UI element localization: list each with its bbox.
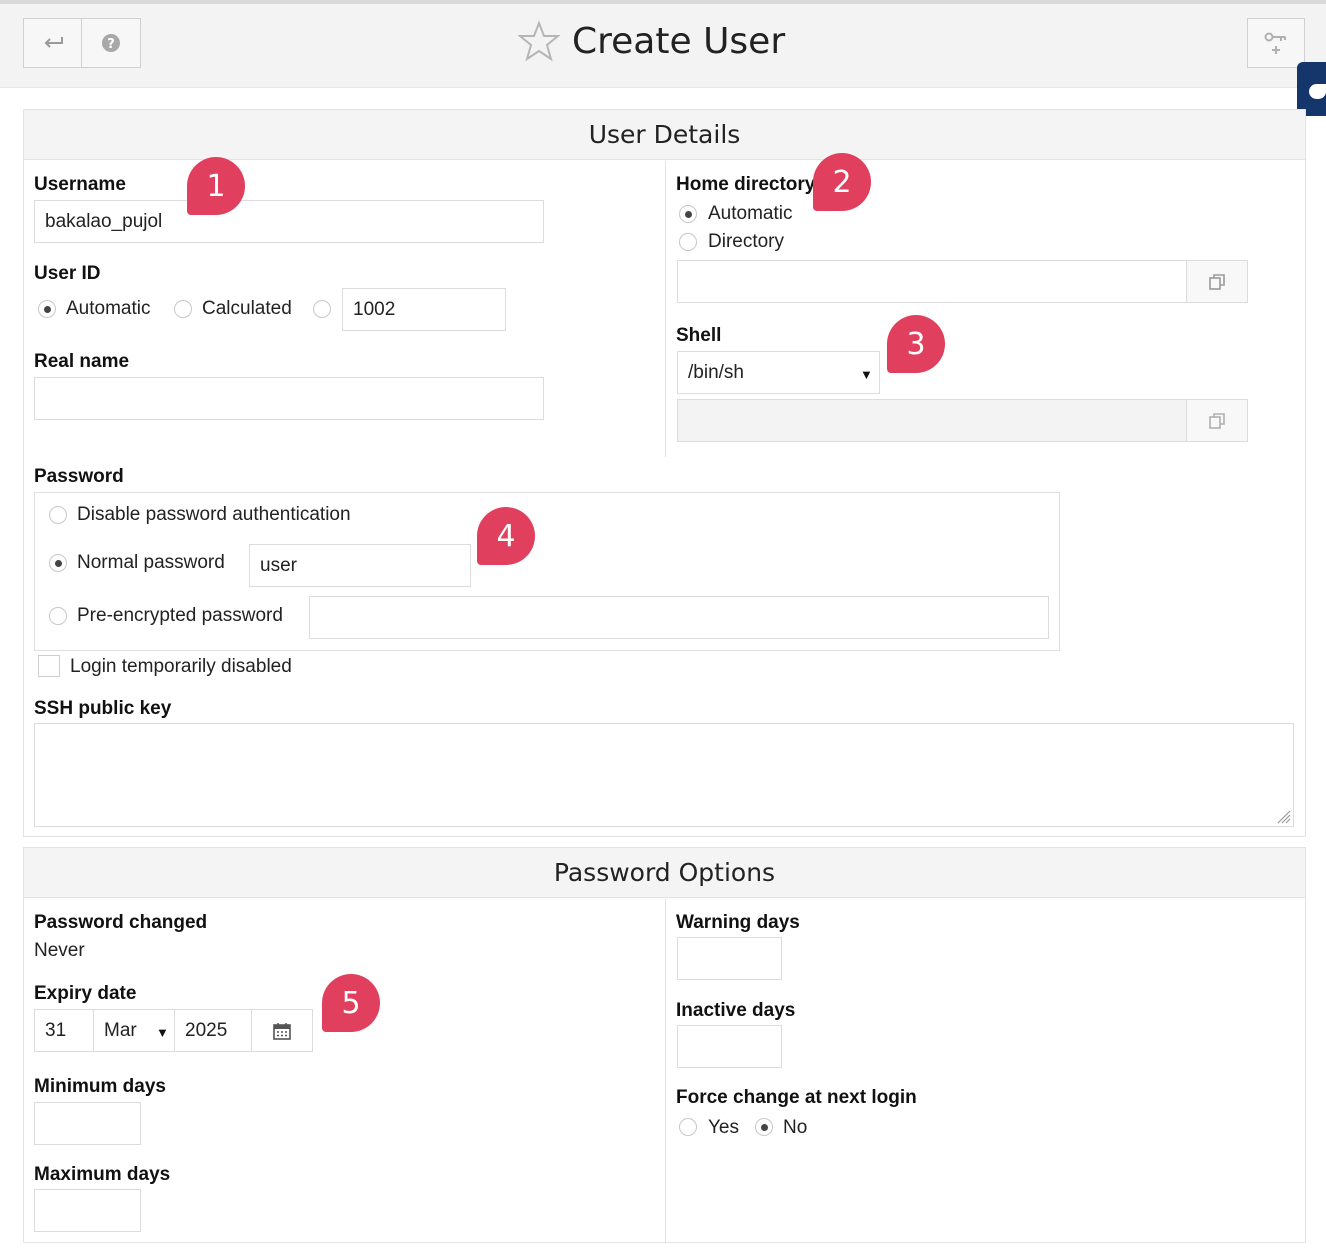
shell-dropdown-icon: ▼	[860, 367, 873, 382]
annotation-badge-5: 5	[322, 974, 380, 1032]
user-id-manual-radio[interactable]	[313, 300, 331, 318]
user-details-heading: User Details	[24, 110, 1305, 160]
shell-label: Shell	[676, 325, 722, 346]
annotation-badge-3: 3	[887, 315, 945, 373]
password-normal-radio[interactable]	[49, 554, 67, 572]
force-change-yes-label: Yes	[708, 1117, 739, 1138]
force-change-no-radio[interactable]	[755, 1118, 773, 1136]
password-changed-label: Password changed	[34, 912, 208, 933]
svg-text:?: ?	[107, 37, 115, 52]
maximum-days-input[interactable]	[34, 1189, 141, 1232]
shell-select[interactable]: /bin/sh	[677, 351, 880, 394]
force-change-yes-radio[interactable]	[679, 1118, 697, 1136]
chat-bubble-icon	[1309, 84, 1326, 99]
calendar-button[interactable]	[251, 1009, 313, 1052]
file-chooser-icon	[1209, 273, 1225, 290]
warning-days-label: Warning days	[676, 912, 800, 933]
title-group: Create User	[518, 16, 785, 66]
column-divider	[665, 899, 666, 1242]
maximum-days-label: Maximum days	[34, 1164, 171, 1185]
column-divider	[665, 161, 666, 457]
ssh-key-label: SSH public key	[34, 698, 172, 719]
password-changed-value: Never	[34, 940, 85, 961]
shell-browse-button[interactable]	[1186, 399, 1248, 442]
filter-button[interactable]	[1247, 18, 1305, 68]
shell-selected-value: /bin/sh	[688, 361, 744, 383]
force-change-no-label: No	[783, 1117, 808, 1138]
home-automatic-radio[interactable]	[679, 205, 697, 223]
file-chooser-icon	[1209, 412, 1225, 429]
annotation-badge-2: 2	[813, 153, 871, 211]
calendar-icon	[273, 1022, 291, 1040]
home-directory-input[interactable]	[677, 260, 1187, 303]
user-id-input[interactable]: 1002	[342, 288, 506, 331]
inactive-days-label: Inactive days	[676, 1000, 796, 1021]
home-directory-radio[interactable]	[679, 233, 697, 251]
key-filter-icon	[1264, 32, 1286, 54]
ssh-key-textarea[interactable]	[34, 723, 1294, 827]
expiry-year-input[interactable]: 2025	[174, 1009, 252, 1052]
star-icon[interactable]	[518, 20, 560, 62]
user-id-label: User ID	[34, 263, 101, 284]
password-disable-radio[interactable]	[49, 506, 67, 524]
inactive-days-input[interactable]	[677, 1025, 782, 1068]
back-button[interactable]	[23, 18, 83, 68]
password-label: Password	[34, 466, 124, 487]
minimum-days-input[interactable]	[34, 1102, 141, 1145]
password-pre-encrypted-radio[interactable]	[49, 607, 67, 625]
password-disable-label: Disable password authentication	[77, 504, 351, 525]
force-change-label: Force change at next login	[676, 1087, 917, 1108]
minimum-days-label: Minimum days	[34, 1076, 166, 1097]
expiry-day-input[interactable]: 31	[34, 1009, 94, 1052]
login-disabled-label: Login temporarily disabled	[70, 656, 292, 677]
password-pre-encrypted-label: Pre-encrypted password	[77, 605, 283, 626]
resize-handle-icon[interactable]	[1275, 808, 1291, 824]
shell-custom-input[interactable]	[677, 399, 1187, 442]
username-input[interactable]: bakalao_pujol	[34, 200, 544, 243]
question-circle-icon: ?	[102, 34, 120, 52]
month-dropdown-icon: ▼	[156, 1025, 169, 1040]
expiry-date-label: Expiry date	[34, 983, 137, 1004]
warning-days-input[interactable]	[677, 937, 782, 980]
password-normal-label: Normal password	[77, 552, 225, 573]
user-id-calculated-radio[interactable]	[174, 300, 192, 318]
password-options-heading: Password Options	[24, 848, 1305, 898]
page-header: ? Create User	[0, 4, 1326, 88]
user-id-calculated-label: Calculated	[202, 298, 292, 319]
side-tab[interactable]	[1297, 62, 1326, 116]
annotation-badge-1: 1	[187, 157, 245, 215]
return-arrow-icon	[44, 37, 63, 48]
login-disabled-checkbox[interactable]	[38, 655, 60, 677]
user-id-automatic-label: Automatic	[66, 298, 151, 319]
home-directory-browse-button[interactable]	[1186, 260, 1248, 303]
pre-encrypted-password-input[interactable]	[309, 596, 1049, 639]
real-name-label: Real name	[34, 351, 130, 372]
normal-password-input[interactable]: user	[249, 544, 471, 587]
annotation-badge-4: 4	[477, 507, 535, 565]
real-name-input[interactable]	[34, 377, 544, 420]
expiry-month-value: Mar	[104, 1019, 137, 1041]
home-directory-option-label: Directory	[708, 231, 785, 252]
home-automatic-label: Automatic	[708, 203, 793, 224]
help-button[interactable]: ?	[81, 18, 141, 68]
username-label: Username	[34, 174, 126, 195]
user-id-automatic-radio[interactable]	[38, 300, 56, 318]
home-directory-label: Home directory	[676, 174, 816, 195]
page-title: Create User	[572, 20, 786, 62]
